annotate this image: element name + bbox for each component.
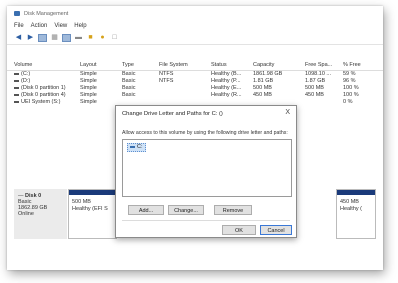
type-cell: Basic <box>122 92 136 98</box>
change-drive-letter-dialog: Change Drive Letter and Paths for C: () … <box>115 105 297 238</box>
remove-button[interactable]: Remove <box>214 205 252 215</box>
change-button[interactable]: Change... <box>168 205 204 215</box>
free-space-cell: 1098.10 ... <box>305 71 331 77</box>
col-status[interactable]: Status <box>211 62 251 68</box>
percent-free-cell: 100 % <box>343 85 359 91</box>
percent-free-cell: 0 % <box>343 99 353 105</box>
disk-0-label[interactable]: — Disk 0 Basic 1862.89 GB Online <box>14 189 67 239</box>
layout-cell: Simple <box>80 78 97 84</box>
menu-bar: File Action View Help <box>7 21 383 31</box>
drive-icon <box>14 72 19 75</box>
capacity-cell: 450 MB <box>253 92 272 98</box>
screenshot-frame: Disk Management File Action View Help ◀ … <box>7 6 383 270</box>
partition-size: 500 MB <box>72 199 91 205</box>
percent-free-cell: 100 % <box>343 92 359 98</box>
properties-icon[interactable] <box>62 34 71 42</box>
dialog-title: Change Drive Letter and Paths for C: () <box>122 111 223 117</box>
layout-cell: Simple <box>80 85 97 91</box>
menu-action[interactable]: Action <box>31 23 48 29</box>
col-volume[interactable]: Volume <box>14 62 74 68</box>
col-capacity[interactable]: Capacity <box>253 62 297 68</box>
free-space-cell: 1.87 GB <box>305 78 326 84</box>
table-row[interactable]: (D:) Simple Basic NTFS Healthy (P... 1.8… <box>7 78 383 84</box>
menu-view[interactable]: View <box>54 23 67 29</box>
volume-name: (C:) <box>21 71 31 77</box>
status-cell: Healthy (B... <box>211 71 242 77</box>
partition-size: 450 MB <box>340 199 359 205</box>
disk-management-window: Disk Management File Action View Help ◀ … <box>7 6 383 270</box>
type-cell: Basic <box>122 85 136 91</box>
status-cell: Healthy (E... <box>211 85 242 91</box>
col-file-system[interactable]: File System <box>159 62 203 68</box>
table-row[interactable]: (C:) Simple Basic NTFS Healthy (B... 186… <box>7 71 383 77</box>
volume-name: UEI System (S:) <box>21 99 61 105</box>
disk-management-icon <box>14 11 20 16</box>
volume-cell: (D:) <box>14 78 74 84</box>
volume-cell: UEI System (S:) <box>14 99 74 105</box>
drive-paths-list[interactable]: C: <box>122 139 292 197</box>
capacity-cell: 1861.98 GB <box>253 71 283 77</box>
add-button[interactable]: Add... <box>128 205 164 215</box>
forward-arrow-icon[interactable]: ▶ <box>26 34 35 42</box>
volume-name: (Disk 0 partition 1) <box>21 85 66 91</box>
partition-status: Healthy ( <box>340 206 363 212</box>
help-icon[interactable]: ▦ <box>50 34 59 42</box>
layout-cell: Simple <box>80 71 97 77</box>
check-icon[interactable]: ■ <box>86 34 95 42</box>
list-item[interactable]: C: <box>127 143 146 152</box>
drive-icon <box>14 93 19 96</box>
percent-free-cell: 59 % <box>343 71 356 77</box>
layout-cell: Simple <box>80 99 97 105</box>
table-row[interactable]: (Disk 0 partition 4) Simple Basic Health… <box>7 92 383 98</box>
file-system-cell: NTFS <box>159 71 174 77</box>
window-icon[interactable]: □ <box>110 34 119 42</box>
table-row[interactable]: (Disk 0 partition 1) Simple Basic Health… <box>7 85 383 91</box>
partition-text: 500 MB Healthy (EFI S <box>69 195 116 213</box>
volume-cell: (Disk 0 partition 4) <box>14 92 74 98</box>
status-cell: Healthy (R... <box>211 92 242 98</box>
file-system-cell: NTFS <box>159 78 174 84</box>
key-icon[interactable]: ● <box>98 34 107 42</box>
volume-cell: (C:) <box>14 71 74 77</box>
dialog-divider <box>122 220 290 221</box>
folder-icon[interactable]: ▬ <box>74 34 83 42</box>
drive-icon <box>14 79 19 82</box>
volume-table-header: Volume Layout Type File System Status Ca… <box>7 62 383 71</box>
capacity-cell: 1.81 GB <box>253 78 274 84</box>
list-item-label: C: <box>137 144 143 150</box>
volume-cell: (Disk 0 partition 1) <box>14 85 74 91</box>
dialog-message: Allow access to this volume by using the… <box>122 130 288 136</box>
partition-text: 450 MB Healthy ( <box>337 195 375 213</box>
close-icon[interactable]: X <box>285 109 290 116</box>
status-cell: Healthy (P... <box>211 78 241 84</box>
back-arrow-icon[interactable]: ◀ <box>14 34 23 42</box>
grid-icon[interactable] <box>38 34 47 42</box>
menu-help[interactable]: Help <box>74 23 86 29</box>
partition-efi[interactable]: 500 MB Healthy (EFI S <box>68 189 117 239</box>
drive-icon <box>14 100 19 103</box>
capacity-cell: 500 MB <box>253 85 272 91</box>
percent-free-cell: 96 % <box>343 78 356 84</box>
volume-name: (Disk 0 partition 4) <box>21 92 66 98</box>
drive-icon <box>130 145 135 148</box>
disk-status: Online <box>18 211 34 217</box>
free-space-cell: 500 MB <box>305 85 324 91</box>
ok-button[interactable]: OK <box>222 225 256 235</box>
window-title: Disk Management <box>24 10 69 17</box>
layout-cell: Simple <box>80 92 97 98</box>
partition-status: Healthy (EFI S <box>72 206 108 212</box>
title-bar: Disk Management <box>7 6 383 21</box>
menu-file[interactable]: File <box>14 23 24 29</box>
col-percent-free[interactable]: % Free <box>343 62 373 68</box>
partition-recovery[interactable]: 450 MB Healthy ( <box>336 189 376 239</box>
col-free-space[interactable]: Free Spa... <box>305 62 343 68</box>
drive-icon <box>14 86 19 89</box>
type-cell: Basic <box>122 78 136 84</box>
col-layout[interactable]: Layout <box>80 62 118 68</box>
type-cell: Basic <box>122 71 136 77</box>
free-space-cell: 450 MB <box>305 92 324 98</box>
col-type[interactable]: Type <box>122 62 152 68</box>
volume-name: (D:) <box>21 78 31 84</box>
cancel-button[interactable]: Cancel <box>260 225 292 235</box>
